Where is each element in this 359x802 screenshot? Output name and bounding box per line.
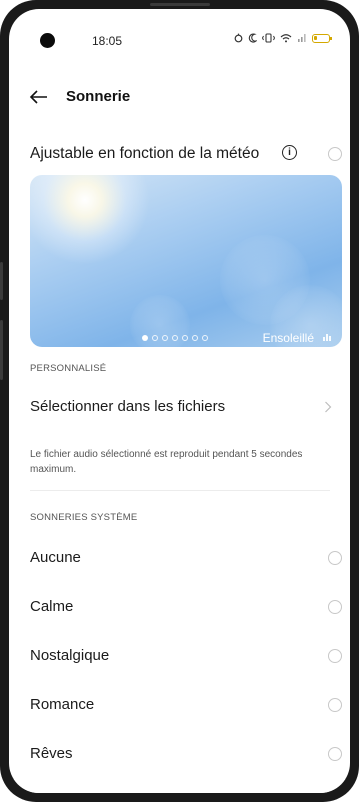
ringtone-row[interactable]: Aucune bbox=[9, 539, 350, 575]
phone-frame: 18:05 Sonnerie Ajustable en fonction de … bbox=[0, 0, 359, 802]
ringtone-label: Aucune bbox=[30, 549, 81, 566]
ringtone-row[interactable]: Rêves bbox=[9, 735, 350, 771]
page-indicator bbox=[142, 335, 208, 341]
page-dot bbox=[172, 335, 178, 341]
ringtone-row[interactable]: Nostalgique bbox=[9, 637, 350, 673]
info-icon[interactable]: i bbox=[282, 145, 297, 160]
select-from-files-row[interactable]: Sélectionner dans les fichiers bbox=[9, 389, 350, 425]
weather-preview-card[interactable]: Ensoleillé bbox=[30, 175, 342, 347]
earpiece bbox=[150, 3, 210, 6]
screen: 18:05 Sonnerie Ajustable en fonction de … bbox=[9, 9, 350, 793]
status-icons bbox=[234, 33, 332, 43]
page-dot bbox=[192, 335, 198, 341]
select-from-files-label: Sélectionner dans les fichiers bbox=[30, 398, 226, 415]
weather-condition-label: Ensoleillé bbox=[262, 331, 314, 345]
page-dot bbox=[182, 335, 188, 341]
front-camera bbox=[40, 33, 55, 48]
weather-adjust-row[interactable]: Ajustable en fonction de la météo i bbox=[30, 141, 342, 167]
header: Sonnerie bbox=[9, 85, 350, 115]
status-bar: 18:05 bbox=[9, 27, 350, 53]
ringtone-radio[interactable] bbox=[328, 747, 342, 761]
page-dot bbox=[142, 335, 148, 341]
battery-icon bbox=[312, 33, 332, 43]
ringtone-radio[interactable] bbox=[328, 649, 342, 663]
ringtone-radio[interactable] bbox=[328, 551, 342, 565]
section-label-system: SONNERIES SYSTÈME bbox=[30, 512, 138, 523]
page-dot bbox=[202, 335, 208, 341]
vibrate-icon bbox=[262, 33, 275, 43]
page-dot bbox=[162, 335, 168, 341]
ringtone-radio[interactable] bbox=[328, 698, 342, 712]
volume-button bbox=[0, 262, 3, 300]
ringtone-label: Calme bbox=[30, 598, 74, 615]
back-arrow-icon[interactable] bbox=[29, 89, 49, 105]
weather-adjust-radio[interactable] bbox=[328, 147, 342, 161]
sun-glow bbox=[30, 175, 150, 265]
bottom-edge bbox=[9, 779, 350, 793]
ringtone-row[interactable]: Calme bbox=[9, 588, 350, 624]
weather-adjust-label: Ajustable en fonction de la météo bbox=[30, 145, 260, 162]
ringtone-label: Romance bbox=[30, 696, 95, 713]
page-title: Sonnerie bbox=[66, 88, 131, 105]
chevron-right-icon bbox=[325, 401, 332, 413]
divider bbox=[30, 490, 330, 491]
page-dot bbox=[152, 335, 158, 341]
do-not-disturb-icon bbox=[248, 33, 257, 43]
power-button bbox=[0, 320, 3, 380]
sound-level-icon bbox=[323, 334, 331, 341]
wifi-icon bbox=[280, 34, 292, 43]
file-duration-note: Le fichier audio sélectionné est reprodu… bbox=[30, 449, 303, 475]
section-label-custom: PERSONNALISÉ bbox=[30, 363, 107, 374]
signal-icon bbox=[298, 34, 306, 42]
ringtone-label: Nostalgique bbox=[30, 647, 110, 664]
status-time: 18:05 bbox=[92, 34, 123, 48]
ringtone-row[interactable]: Romance bbox=[9, 686, 350, 722]
alarm-icon bbox=[234, 33, 243, 43]
ringtone-radio[interactable] bbox=[328, 600, 342, 614]
ringtone-label: Rêves bbox=[30, 745, 73, 762]
